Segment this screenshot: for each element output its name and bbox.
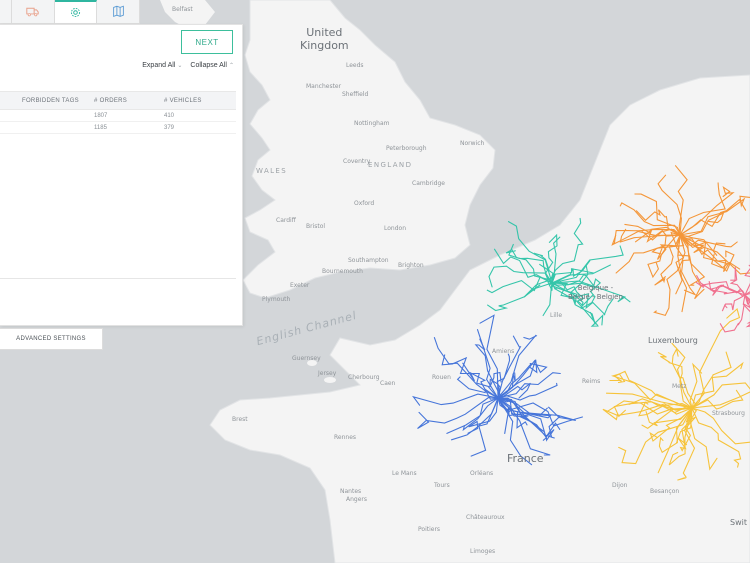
map-city-label: Angers	[346, 496, 367, 503]
expand-all-label: Expand All	[142, 62, 176, 69]
column-header-orders: # ORDERS	[94, 97, 128, 104]
map-city-label: Nantes	[340, 488, 362, 495]
map-city-label: Metz	[672, 383, 687, 390]
collapse-all-label: Collapse All	[190, 62, 227, 69]
map-city-label: Oxford	[354, 200, 375, 207]
gear-icon	[70, 7, 81, 18]
jersey-island	[324, 377, 336, 383]
settings-panel: NEXT Expand All ⌄ Collapse All ⌃ FORBIDDEN…	[0, 24, 243, 326]
map-city-label: Rennes	[334, 434, 357, 441]
map-label-wales: WALES	[256, 167, 288, 175]
map-city-label: Manchester	[306, 83, 342, 90]
map-label-england: ENGLAND	[368, 161, 413, 169]
map-city-label: Plymouth	[262, 296, 291, 303]
map-city-label: Amiens	[492, 348, 515, 355]
map-city-label: Le Mans	[392, 470, 417, 477]
chevron-down-icon: ⌄	[177, 63, 183, 69]
expand-collapse-controls: Expand All ⌄ Collapse All ⌃	[142, 62, 234, 69]
map-city-label: Sheffield	[342, 91, 369, 98]
map-city-label: Nottingham	[354, 120, 390, 127]
map-city-label: Peterborough	[386, 145, 427, 152]
map-city-label: Limoges	[470, 548, 496, 555]
map-label-switzerland-partial: Swit	[730, 518, 747, 527]
map-city-label: Cambridge	[412, 180, 445, 187]
table-row[interactable]: 1807 410	[0, 110, 236, 122]
panel-divider	[0, 278, 236, 279]
advanced-settings-button[interactable]: ADVANCED SETTINGS	[0, 328, 103, 350]
map-city-label: Besançon	[650, 488, 680, 495]
map-city-label: Reims	[582, 378, 601, 385]
column-header-forbidden-tags: FORBIDDEN TAGS	[22, 97, 79, 104]
map-city-label: Cardiff	[276, 217, 296, 224]
map-city-label: Rouen	[432, 374, 451, 381]
map-label-united-kingdom: United Kingdom	[300, 26, 349, 52]
map-city-label: Lille	[550, 312, 563, 319]
map-city-label: London	[384, 225, 406, 232]
cell-vehicles: 379	[164, 124, 175, 131]
map-city-label: Belfast	[172, 6, 193, 13]
map-city-label: Châteauroux	[466, 514, 505, 521]
truck-icon	[26, 7, 40, 17]
table-header: FORBIDDEN TAGS # ORDERS # VEHICLES	[0, 91, 236, 110]
map-city-label: Tours	[434, 482, 450, 489]
map-city-label: Bristol	[306, 223, 326, 230]
collapse-all-link[interactable]: Collapse All ⌃	[190, 62, 234, 69]
tab-settings[interactable]	[54, 0, 98, 23]
cell-orders: 1185	[94, 124, 107, 131]
cell-orders: 1807	[94, 112, 108, 119]
map-icon	[112, 5, 124, 18]
table-row[interactable]: 1185 379	[0, 122, 236, 134]
top-tab-bar	[0, 0, 141, 24]
column-header-vehicles: # VEHICLES	[164, 97, 202, 104]
map-label-belgium: Belgique - Belgiё - Belgien	[568, 284, 623, 301]
map-city-label: Strasbourg	[712, 410, 745, 417]
map-city-label: Cherbourg	[348, 374, 380, 381]
chevron-up-icon: ⌃	[228, 63, 234, 69]
expand-all-link[interactable]: Expand All ⌄	[142, 62, 182, 69]
map-city-label: Dijon	[612, 482, 628, 489]
map-city-label: Jersey	[318, 370, 337, 377]
map-city-label: Norwich	[460, 140, 485, 147]
map-city-label: Southampton	[348, 257, 389, 264]
map-city-label: Leeds	[346, 62, 364, 69]
tab-vehicles[interactable]	[12, 0, 55, 23]
tab-map[interactable]	[97, 0, 141, 23]
map-city-label: Bournemouth	[322, 268, 363, 275]
map-city-label: Brest	[232, 416, 248, 423]
map-city-label: Coventry	[343, 158, 371, 165]
map-label-france: France	[507, 452, 544, 465]
tab-partial[interactable]	[0, 0, 12, 23]
map-city-label: Exeter	[290, 282, 310, 289]
map-city-label: Poitiers	[418, 526, 441, 533]
map-city-label: Caen	[380, 380, 396, 387]
cell-vehicles: 410	[164, 112, 175, 119]
map-city-label: Guernsey	[292, 355, 321, 362]
next-button[interactable]: NEXT	[181, 30, 233, 54]
map-city-label: Brighton	[398, 262, 424, 269]
map-label-luxembourg: Luxembourg	[648, 336, 698, 345]
vehicle-groups-table: FORBIDDEN TAGS # ORDERS # VEHICLES 1807 …	[0, 91, 236, 134]
map-city-label: Orléans	[470, 470, 494, 477]
